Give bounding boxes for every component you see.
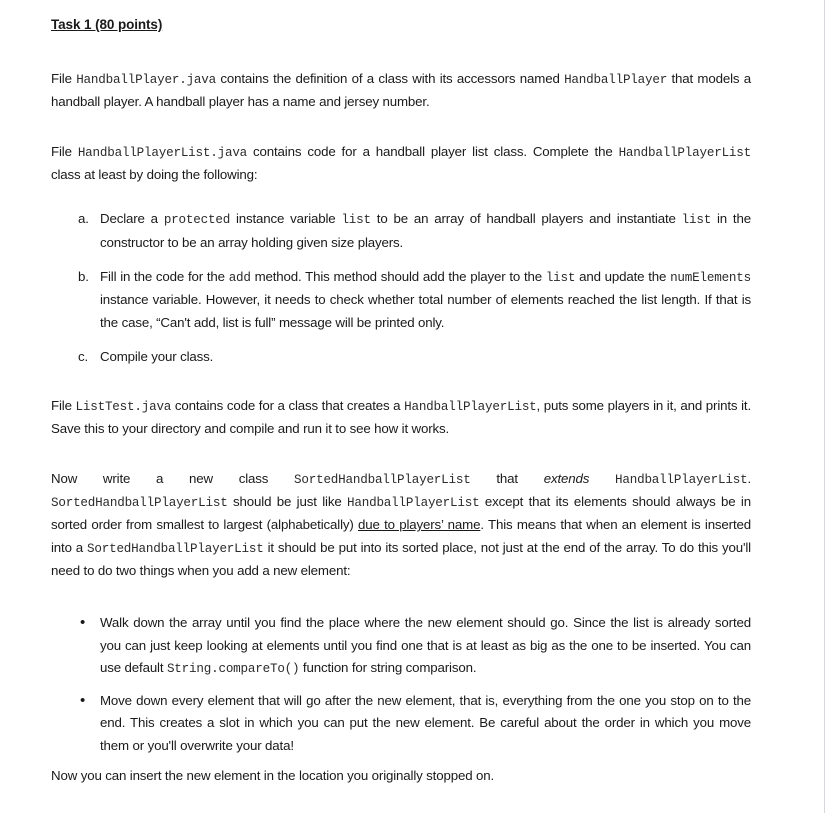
list-marker-b: b.: [78, 268, 89, 284]
spacer-after-title: [51, 33, 751, 68]
code-listtest-java: ListTest.java: [75, 400, 172, 415]
code-sortedhandballplayerlist-1: SortedHandballPlayerList: [294, 472, 471, 487]
paragraph-3-text-1: File: [51, 398, 76, 414]
code-add-method: add: [228, 270, 251, 285]
paragraph-sortedlist: Now write a new class SortedHandballPlay…: [51, 468, 751, 582]
code-protected: protected: [163, 213, 231, 228]
paragraph-handballplayerlist: File HandballPlayerList.java contains co…: [51, 141, 751, 187]
item-b-text-3: and update the: [575, 268, 671, 284]
document-content: Task 1 (80 points) File HandballPlayer.j…: [51, 0, 751, 787]
code-handballplayerlist-ref: HandballPlayerList: [404, 400, 537, 415]
page-title: Task 1 (80 points): [51, 17, 163, 32]
bullet-icon-2: •: [80, 692, 86, 710]
code-handballplayerlist-class: HandballPlayerList: [618, 145, 752, 160]
paragraph-1-text-2: contains the definition of a class with …: [216, 71, 565, 87]
page-right-edge: [824, 0, 825, 813]
paragraph-4-text-5: should be just like: [227, 494, 348, 510]
bullet-1-text-2: function for string comparison.: [299, 659, 477, 675]
lettered-task-list: a. Declare a protected instance variable …: [51, 208, 751, 368]
code-numelements: numElements: [670, 270, 751, 285]
paragraph-2-text-2: contains code for a handball player list…: [247, 143, 619, 159]
code-handballplayerlist-java: HandballPlayerList.java: [77, 145, 248, 160]
paragraph-listtest: File ListTest.java contains code for a c…: [51, 395, 751, 441]
paragraph-3-text-2: contains code for a class that creates a: [171, 398, 405, 414]
code-handballplayer-class: HandballPlayer: [564, 73, 668, 88]
bullet-icon-1: •: [80, 614, 86, 632]
code-handballplayer-java: HandballPlayer.java: [76, 73, 216, 88]
paragraph-4-text-3: [589, 471, 615, 486]
code-list-var-1: list: [341, 213, 371, 228]
list-marker-c: c.: [78, 348, 89, 364]
closing-paragraph: Now you can insert the new element in th…: [51, 768, 495, 784]
paragraph-2-text-3: class at least by doing the following:: [51, 167, 258, 183]
bullet-item-1: • Walk down the array until you find the …: [51, 612, 751, 680]
code-list-var-2: list: [681, 213, 712, 228]
code-sortedhandballplayerlist-2: SortedHandballPlayerList: [51, 496, 228, 511]
paragraph-2-text-1: File: [51, 143, 78, 159]
italic-extends: extends: [543, 470, 590, 486]
document-page: Task 1 (80 points) File HandballPlayer.j…: [0, 0, 828, 813]
item-a-text-1: Declare a: [100, 211, 164, 227]
list-item-b: b. Fill in the code for the add method. T…: [51, 266, 751, 334]
list-item-a: a. Declare a protected instance variable …: [51, 208, 751, 254]
item-b-text-1: Fill in the code for the: [100, 268, 229, 284]
bulleted-steps-list: • Walk down the array until you find the …: [51, 612, 751, 757]
bullet-2-text: Move down every element that will go aft…: [100, 693, 751, 753]
code-sortedhandballplayerlist-3: SortedHandballPlayerList: [87, 541, 264, 556]
list-marker-a: a.: [78, 211, 89, 227]
paragraph-4-text-4: .: [747, 470, 751, 486]
code-handballplayerlist-super-2: HandballPlayerList: [347, 496, 480, 511]
item-b-text-2: method. This method should add the playe…: [250, 268, 546, 284]
item-b-text-4: instance variable. However, it needs to …: [100, 292, 751, 330]
paragraph-4-text-2: that: [470, 470, 544, 486]
code-string-compareto: String.compareTo(): [166, 661, 300, 676]
paragraph-1-text-1: File: [51, 71, 77, 87]
list-item-c: c. Compile your class.: [51, 346, 751, 368]
code-list-var-3: list: [545, 270, 576, 285]
item-a-text-2: instance variable: [230, 211, 342, 227]
code-handballplayerlist-super-1: HandballPlayerList: [615, 472, 748, 487]
item-c-text: Compile your class.: [100, 348, 214, 364]
paragraph-handballplayer: File HandballPlayer.java contains the de…: [51, 68, 751, 114]
underline-due-to-players-name: due to players’ name: [358, 517, 481, 533]
paragraph-4-text-1: Now write a new class: [51, 470, 295, 486]
bullet-item-2: • Move down every element that will go af…: [51, 690, 751, 757]
item-a-text-3: to be an array of handball players and i…: [370, 211, 682, 227]
